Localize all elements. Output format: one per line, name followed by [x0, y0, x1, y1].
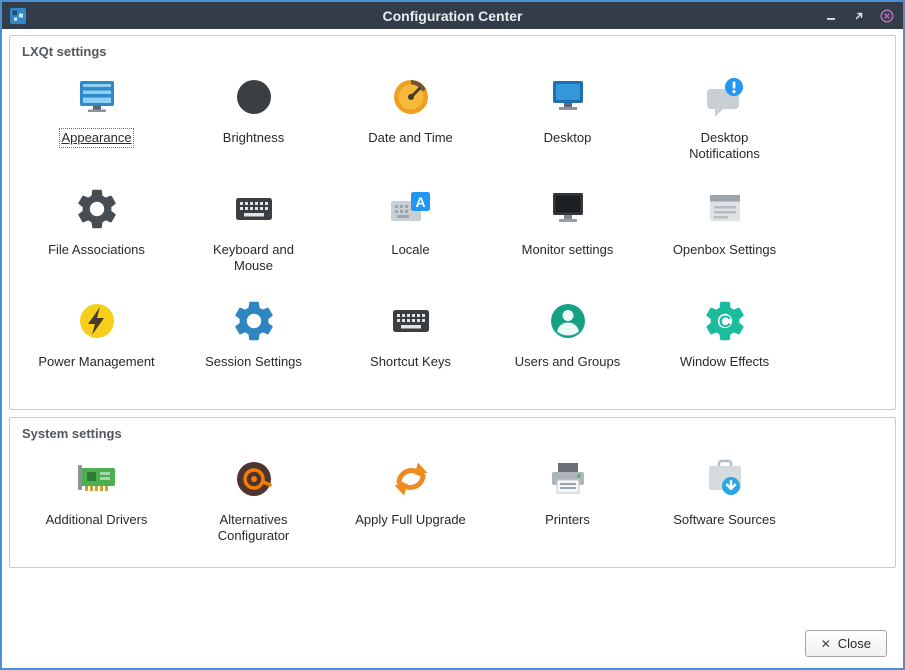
- launcher-brightness[interactable]: Brightness: [175, 65, 332, 177]
- launcher-label: File Associations: [48, 242, 145, 258]
- launcher-label: Apply Full Upgrade: [355, 512, 466, 528]
- launcher-session-settings[interactable]: Session Settings: [175, 289, 332, 401]
- window-effects-gear-icon: C: [701, 297, 749, 345]
- monitor-icon: [544, 185, 592, 233]
- configuration-center-window: Configuration Center LXQt settings Appea…: [0, 0, 905, 670]
- launcher-label: Brightness: [223, 130, 284, 146]
- brightness-icon: [230, 73, 278, 121]
- launcher-label: Desktop: [544, 130, 592, 146]
- power-bolt-icon: [73, 297, 121, 345]
- launcher-openbox-settings[interactable]: Openbox Settings: [646, 177, 803, 289]
- upgrade-arrows-icon: [387, 455, 435, 503]
- shortcut-keys-icon: [387, 297, 435, 345]
- launcher-label: Alternatives Configurator: [193, 512, 315, 545]
- launcher-window-effects[interactable]: C Window Effects: [646, 289, 803, 401]
- launcher-software-sources[interactable]: Software Sources: [646, 447, 803, 559]
- launcher-desktop-notifications[interactable]: Desktop Notifications: [646, 65, 803, 177]
- launcher-label: Window Effects: [680, 354, 769, 370]
- close-button[interactable]: ✕ Close: [805, 630, 887, 657]
- launcher-label: Shortcut Keys: [370, 354, 451, 370]
- launcher-alternatives-configurator[interactable]: Alternatives Configurator: [175, 447, 332, 559]
- titlebar[interactable]: Configuration Center: [2, 2, 903, 29]
- launcher-file-associations[interactable]: File Associations: [18, 177, 175, 289]
- printer-icon: [544, 455, 592, 503]
- alternatives-icon: [230, 455, 278, 503]
- openbox-icon: [701, 185, 749, 233]
- drivers-card-icon: [73, 455, 121, 503]
- lxqt-settings-group: LXQt settings Appearance Brightness Date a…: [9, 35, 896, 410]
- launcher-label: Keyboard and Mouse: [193, 242, 315, 275]
- launcher-desktop[interactable]: Desktop: [489, 65, 646, 177]
- software-sources-icon: [701, 455, 749, 503]
- launcher-additional-drivers[interactable]: Additional Drivers: [18, 447, 175, 559]
- spacer: [9, 575, 896, 622]
- launcher-label: Date and Time: [368, 130, 453, 146]
- window-title: Configuration Center: [2, 8, 903, 24]
- svg-text:C: C: [718, 312, 730, 331]
- content-area: LXQt settings Appearance Brightness Date a…: [2, 29, 903, 668]
- launcher-shortcut-keys[interactable]: Shortcut Keys: [332, 289, 489, 401]
- launcher-appearance[interactable]: Appearance: [18, 65, 175, 177]
- close-button-label: Close: [838, 636, 871, 651]
- launcher-locale[interactable]: A Locale: [332, 177, 489, 289]
- launcher-label: Additional Drivers: [46, 512, 148, 528]
- launcher-label: Software Sources: [673, 512, 776, 528]
- minimize-button[interactable]: [823, 8, 839, 24]
- launcher-label: Locale: [391, 242, 429, 258]
- launcher-label: Session Settings: [205, 354, 302, 370]
- launcher-printers[interactable]: Printers: [489, 447, 646, 559]
- launcher-label: Monitor settings: [522, 242, 614, 258]
- launcher-label: Appearance: [61, 130, 131, 146]
- file-associations-gear-icon: [73, 185, 121, 233]
- launcher-power-management[interactable]: Power Management: [18, 289, 175, 401]
- appearance-icon: [73, 73, 121, 121]
- footer: ✕ Close: [9, 622, 896, 668]
- launcher-label: Desktop Notifications: [664, 130, 786, 163]
- launcher-label: Printers: [545, 512, 590, 528]
- session-gear-icon: [230, 297, 278, 345]
- launcher-label: Power Management: [38, 354, 154, 370]
- desktop-icon: [544, 73, 592, 121]
- launcher-apply-full-upgrade[interactable]: Apply Full Upgrade: [332, 447, 489, 559]
- keyboard-icon: [230, 185, 278, 233]
- app-icon: [10, 8, 26, 24]
- date-time-icon: [387, 73, 435, 121]
- close-icon: ✕: [821, 637, 831, 651]
- users-icon: [544, 297, 592, 345]
- locale-icon: A: [387, 185, 435, 233]
- restore-button[interactable]: [851, 8, 867, 24]
- system-settings-group-title: System settings: [14, 420, 891, 443]
- launcher-date-and-time[interactable]: Date and Time: [332, 65, 489, 177]
- svg-text:A: A: [415, 194, 425, 210]
- desktop-notifications-icon: [701, 73, 749, 121]
- launcher-users-and-groups[interactable]: Users and Groups: [489, 289, 646, 401]
- lxqt-settings-grid: Appearance Brightness Date and Time Desktop…: [14, 61, 891, 401]
- launcher-monitor-settings[interactable]: Monitor settings: [489, 177, 646, 289]
- system-settings-grid: Additional Drivers Alternatives Configura…: [14, 443, 891, 559]
- lxqt-settings-group-title: LXQt settings: [14, 38, 891, 61]
- titlebar-controls: [823, 8, 895, 24]
- launcher-label: Users and Groups: [515, 354, 621, 370]
- launcher-keyboard-and-mouse[interactable]: Keyboard and Mouse: [175, 177, 332, 289]
- window-close-button[interactable]: [879, 8, 895, 24]
- system-settings-group: System settings Additional Drivers Altern…: [9, 417, 896, 568]
- launcher-label: Openbox Settings: [673, 242, 776, 258]
